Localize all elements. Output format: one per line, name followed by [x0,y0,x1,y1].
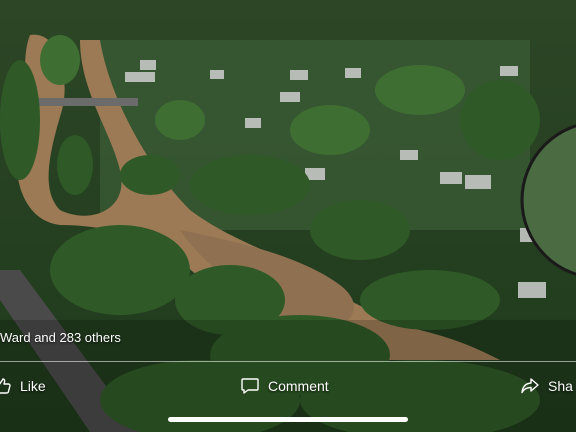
home-indicator-bar[interactable] [168,417,408,422]
comment-button[interactable]: Comment [240,374,329,398]
thumbs-up-icon [0,376,12,396]
share-arrow-icon [520,376,540,396]
reactions-summary[interactable]: Ward and 283 others [0,330,121,345]
flood-aerial-photo [0,0,576,432]
comment-label: Comment [268,378,329,394]
action-bar-divider [0,361,576,362]
share-button[interactable]: Sha [520,374,573,398]
like-button[interactable]: Like [0,374,46,398]
share-label: Sha [548,378,573,394]
speech-bubble-icon [240,376,260,396]
like-label: Like [20,378,46,394]
